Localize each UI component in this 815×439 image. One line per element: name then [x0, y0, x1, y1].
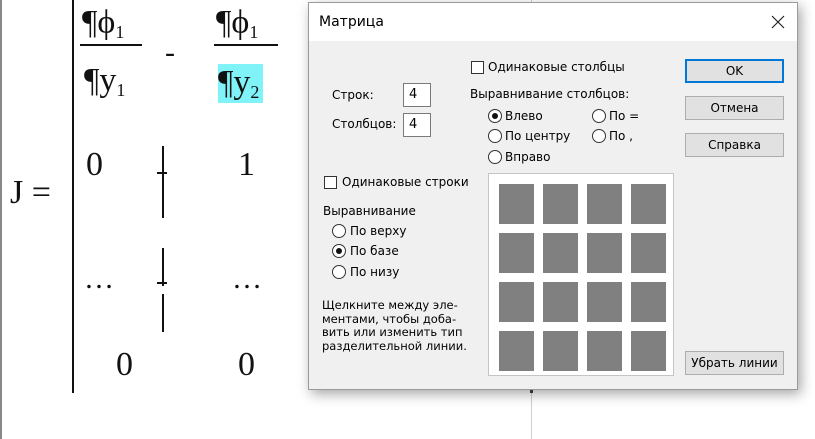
divider-seg — [162, 248, 164, 286]
matrix-cell — [587, 282, 622, 322]
cell-r2c2: 1 — [238, 146, 255, 183]
col-align-equal-radio[interactable] — [592, 109, 606, 123]
matrix-cell — [587, 331, 622, 371]
matrix-cell — [631, 331, 666, 371]
matrix-cell — [499, 331, 534, 371]
dialog-titlebar[interactable]: Матрица — [309, 3, 797, 41]
close-icon[interactable] — [763, 7, 793, 37]
col-align-center-radio[interactable] — [488, 129, 502, 143]
col-align-center-label: По центру — [505, 129, 571, 143]
divider-tick — [157, 282, 167, 284]
rows-input[interactable]: 4 — [403, 83, 431, 107]
row-align-bottom-radio[interactable] — [332, 265, 346, 279]
col-align-left-radio[interactable] — [488, 109, 502, 123]
cols-label: Столбцов: — [332, 117, 397, 131]
col-align-right-label: Вправо — [505, 150, 551, 164]
minus-sign: - — [165, 36, 175, 69]
numerator-1: ¶ϕ1 — [82, 4, 125, 42]
cell-r2c1: 0 — [86, 146, 103, 183]
col-align-comma-radio[interactable] — [592, 129, 606, 143]
divider-seg — [162, 180, 164, 218]
divider-seg — [162, 294, 164, 332]
divider-hint-text: Щелкните между эле- ментами, чтобы доба-… — [322, 298, 467, 353]
same-cols-label: Одинаковые столбцы — [488, 60, 625, 74]
cell-r3c1: … — [84, 262, 114, 295]
col-align-label: Выравнивание столбцов: — [470, 87, 630, 101]
matrix-left-bar — [72, 0, 74, 393]
matrix-cell — [543, 233, 578, 273]
cancel-button[interactable]: Отмена — [685, 96, 784, 120]
editor-left-border — [0, 0, 2, 439]
matrix-dialog: Матрица Строк: 4 Столбцов: 4 Одинаковые … — [308, 2, 798, 390]
help-button[interactable]: Справка — [685, 133, 784, 157]
row-align-bottom-label: По низу — [350, 265, 400, 279]
matrix-cell — [587, 233, 622, 273]
cols-input[interactable]: 4 — [403, 113, 431, 137]
fraction-line-1 — [80, 44, 142, 46]
remove-lines-button[interactable]: Убрать линии — [685, 351, 784, 375]
dialog-title: Матрица — [319, 14, 384, 30]
matrix-cell — [631, 233, 666, 273]
matrix-cell — [543, 282, 578, 322]
row-align-top-radio[interactable] — [332, 224, 346, 238]
matrix-cell — [543, 331, 578, 371]
matrix-cell — [587, 184, 622, 224]
col-align-left-label: Влево — [505, 109, 543, 123]
denominator-1: ¶y1 — [84, 62, 126, 100]
cell-r4c2: 0 — [238, 346, 255, 383]
matrix-cell — [631, 282, 666, 322]
row-align-base-radio[interactable] — [332, 244, 346, 258]
numerator-2: ¶ϕ1 — [216, 4, 259, 42]
formula-lhs: J = — [10, 174, 51, 211]
matrix-cell — [499, 233, 534, 273]
denominator-2-selected[interactable]: ¶y2 — [218, 64, 264, 103]
same-rows-checkbox[interactable] — [324, 176, 337, 189]
col-align-equal-label: По = — [609, 109, 640, 123]
row-align-label: Выравнивание — [323, 204, 416, 218]
divider-tick — [157, 172, 167, 174]
matrix-cell — [543, 184, 578, 224]
matrix-cell — [499, 184, 534, 224]
matrix-cell — [631, 184, 666, 224]
fraction-line-2 — [214, 44, 278, 46]
divider-seg — [162, 146, 164, 184]
col-align-comma-label: По , — [609, 129, 633, 143]
same-cols-checkbox[interactable] — [471, 61, 484, 74]
rows-label: Строк: — [332, 88, 374, 102]
row-align-top-label: По верху — [350, 224, 407, 238]
same-rows-label: Одинаковые строки — [342, 175, 469, 189]
matrix-preview-grid[interactable] — [488, 173, 674, 376]
matrix-cell — [499, 282, 534, 322]
cell-r4c1: 0 — [116, 346, 133, 383]
cell-r3c2: … — [232, 262, 262, 295]
ok-button[interactable]: OK — [685, 59, 784, 83]
col-align-right-radio[interactable] — [488, 150, 502, 164]
row-align-base-label: По базе — [350, 244, 399, 258]
